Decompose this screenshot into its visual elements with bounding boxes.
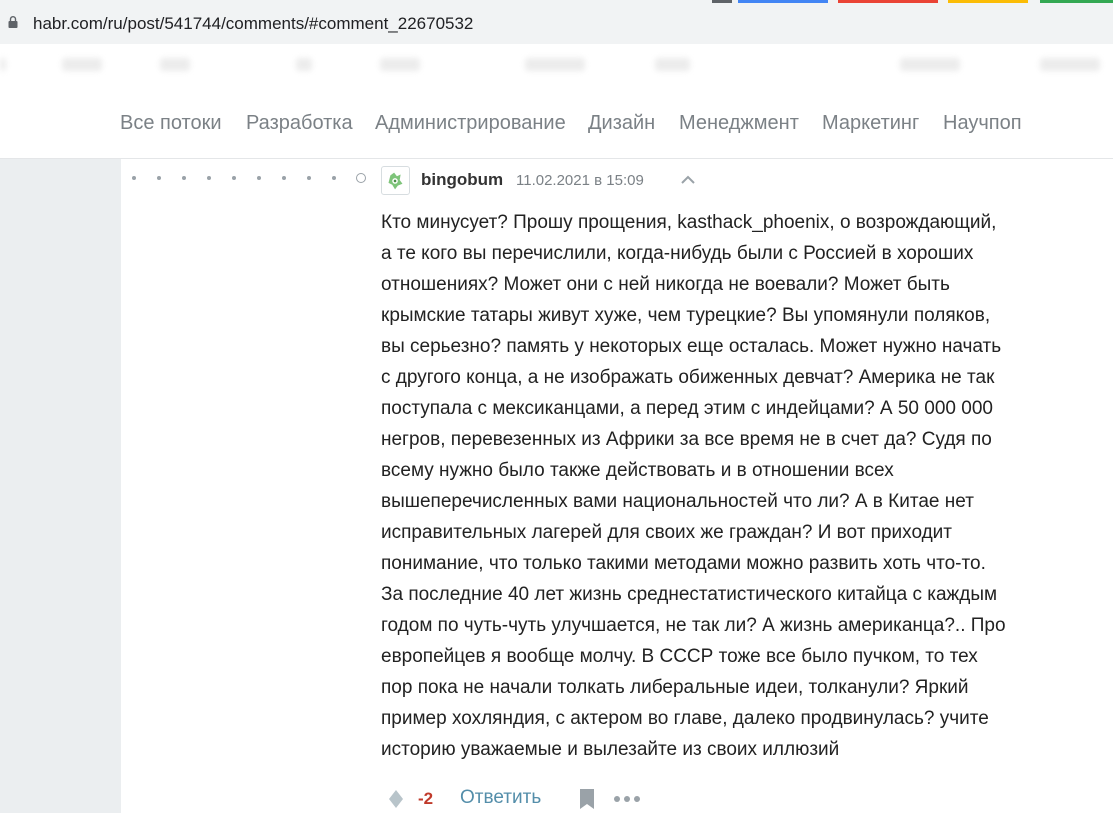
comment-line: Кто минусует? Прошу прощения, kasthack_p… bbox=[381, 212, 997, 233]
comment-line: пор пока не начали толкать либеральные и… bbox=[381, 677, 969, 698]
comment-line: крымские татары живут хуже, чем турецкие… bbox=[381, 305, 991, 326]
comment-line: годом по чуть-чуть улучшается, не так ли… bbox=[381, 615, 1006, 636]
nav-design[interactable]: Дизайн bbox=[588, 112, 655, 135]
comment-line: негров, перевезенных из Африки за все вр… bbox=[381, 429, 992, 450]
bookmarks-bar-blurred bbox=[0, 44, 1113, 89]
vote-icon[interactable] bbox=[387, 789, 405, 809]
comment-score: -2 bbox=[418, 789, 434, 808]
site-navigation: Все потоки Разработка Администрирование … bbox=[0, 88, 1113, 159]
bookmark-icon[interactable] bbox=[578, 788, 596, 810]
comment-line: За последние 40 лет жизнь среднестатисти… bbox=[381, 584, 998, 605]
comment-line: пример хохляндия, с актером во главе, да… bbox=[381, 708, 989, 729]
comment-line: вы серьезно? память у некоторых еще оста… bbox=[381, 336, 1002, 357]
thread-ring-icon[interactable] bbox=[356, 173, 366, 183]
comment-line: отношениях? Может они с ней никогда не в… bbox=[381, 274, 950, 295]
nav-marketing[interactable]: Маркетинг bbox=[822, 112, 919, 135]
comment-line: европейцев я вообще молчу. В СССР тоже в… bbox=[381, 646, 978, 667]
chevron-up-icon[interactable] bbox=[680, 174, 696, 186]
comment-line: исправительных лагерей для своих же граж… bbox=[381, 522, 952, 543]
comment-line: историю уважаемые и вылезайте из своих и… bbox=[381, 739, 840, 760]
comment-timestamp[interactable]: 11.02.2021 в 15:09 bbox=[516, 172, 644, 189]
url-field[interactable]: habr.com/ru/post/541744/comments/#commen… bbox=[33, 14, 473, 34]
comment-author[interactable]: bingobum bbox=[421, 170, 503, 190]
comment-body: Кто минусует? Прошу прощения, kasthack_p… bbox=[381, 207, 1101, 765]
more-icon[interactable] bbox=[614, 796, 640, 802]
comment-line: вышеперечисленных вами национальностей ч… bbox=[381, 491, 974, 512]
nav-management[interactable]: Менеджмент bbox=[679, 112, 799, 135]
comment-line: а те кого вы перечислили, когда-нибудь б… bbox=[381, 243, 974, 264]
lock-icon bbox=[8, 16, 18, 28]
comment-line: всему нужно было также действовать и в о… bbox=[381, 460, 894, 481]
nav-development[interactable]: Разработка bbox=[246, 112, 353, 135]
browser-address-bar: habr.com/ru/post/541744/comments/#commen… bbox=[0, 0, 1113, 44]
nav-popsci[interactable]: Научпоп bbox=[943, 112, 1022, 135]
comment-line: поступала с мексиканцами, а перед этим с… bbox=[381, 398, 993, 419]
comment-line: с другого конца, а не изображать обиженн… bbox=[381, 367, 995, 388]
nav-all-streams[interactable]: Все потоки bbox=[120, 112, 222, 135]
reply-button[interactable]: Ответить bbox=[460, 787, 541, 809]
comment-line: понимание, что только такими методами мо… bbox=[381, 553, 986, 574]
avatar-icon[interactable] bbox=[381, 166, 410, 195]
nav-administration[interactable]: Администрирование bbox=[375, 112, 566, 135]
